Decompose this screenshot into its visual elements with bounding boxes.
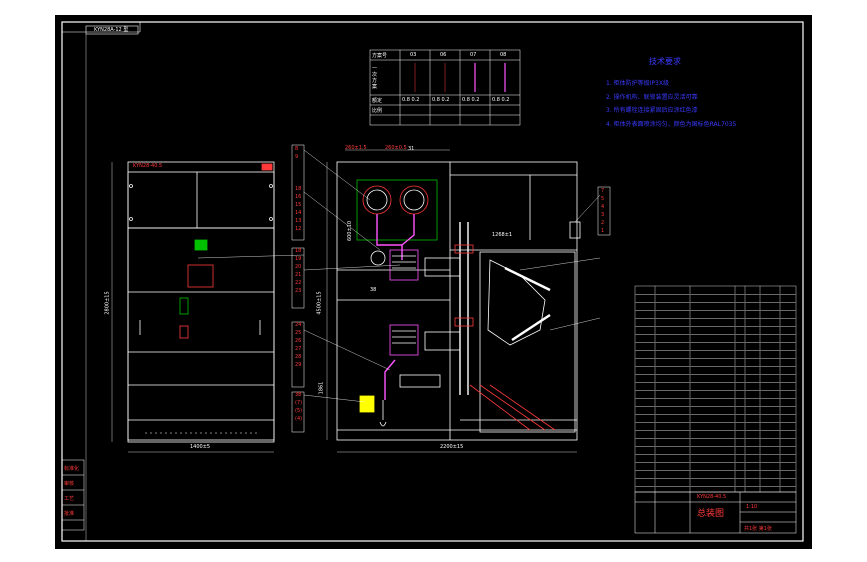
callout-left-16: 26 xyxy=(295,338,302,344)
callout-left-4: 15 xyxy=(295,202,302,208)
tech-requirements: 技术要求 1. 柜体防护等级IP3X级 2. 操作机构、联锁装置应灵活可靠 3.… xyxy=(606,57,737,131)
callout-left-13: 23 xyxy=(295,288,302,294)
callout-left-12: 22 xyxy=(295,280,302,286)
title-product: KYN28-40.5 xyxy=(697,494,727,500)
small-dim-3: 1861 xyxy=(318,381,325,395)
stamp-4: 批准 xyxy=(64,511,75,517)
stamp-2: 审核 xyxy=(64,481,75,487)
callout-left-3: 16 xyxy=(295,194,302,200)
callout-left-21: (7) xyxy=(295,400,303,406)
callout-right-4: 2 xyxy=(601,220,605,226)
scheme-cell-1: 0.8 0.2 xyxy=(402,97,420,103)
bill-of-materials xyxy=(635,286,796,492)
callout-left-2: 18 xyxy=(295,186,302,192)
callout-left-14: 24 xyxy=(295,322,302,328)
busbar-dim-2: 260±0.5 xyxy=(385,145,407,151)
busbar-dim-1: 260±1.5 xyxy=(345,145,367,151)
stamp-1: 标准化 xyxy=(64,466,80,472)
callout-left-11: 21 xyxy=(295,272,302,278)
tech-title: 技术要求 xyxy=(649,57,681,66)
callout-right-1: 5 xyxy=(601,196,605,202)
stamp-3: 工艺 xyxy=(64,496,75,502)
callout-left-7: 12 xyxy=(295,226,302,232)
callout-left-22: (5) xyxy=(295,408,303,414)
callout-left-23: (4) xyxy=(295,416,303,422)
scheme-row-1: 额定 xyxy=(372,98,383,104)
callout-left-18: 28 xyxy=(295,354,302,360)
scheme-header-0: 方案号 xyxy=(372,53,388,59)
scheme-header-2: 06 xyxy=(440,52,447,58)
scheme-cell-3: 0.8 0.2 xyxy=(462,97,480,103)
callout-left-17: 27 xyxy=(295,346,302,352)
front-view-title: KYN28-40.5 xyxy=(133,163,163,169)
callout-right-0: 7 xyxy=(601,188,605,194)
bom-row xyxy=(635,478,796,487)
scheme-header-4: 08 xyxy=(500,52,507,58)
callout-left-8: 18 xyxy=(295,248,302,254)
busbar-compartment xyxy=(356,179,438,266)
tech-item-2: 2. 操作机构、联锁装置应灵活可靠 xyxy=(606,93,698,101)
callout-right-5: 1 xyxy=(601,228,605,234)
drawing-code: KYN28A-12 型 xyxy=(94,27,129,33)
small-dim-1: 1268±1 xyxy=(492,232,513,238)
callout-left-0: 8 xyxy=(295,146,299,152)
breaker-assembly xyxy=(359,221,581,431)
front-height-dim: 2800±15 xyxy=(104,291,111,315)
small-dim-2: 600±10 xyxy=(347,220,354,242)
callout-left-5: 14 xyxy=(295,210,302,216)
callout-left-9: 19 xyxy=(295,256,302,262)
callout-left-1: 9 xyxy=(295,154,299,160)
callout-left-6: 13 xyxy=(295,218,302,224)
scheme-table-grid xyxy=(369,49,521,126)
tech-item-4: 4. 柜体外表面喷涂均匀，颜色为国标色RAL7035 xyxy=(606,120,737,128)
callout-right-2: 4 xyxy=(601,204,605,210)
callout-left-15: 25 xyxy=(295,330,302,336)
front-view xyxy=(111,161,275,453)
scheme-row-2: 比例 xyxy=(372,108,383,114)
tech-item-1: 1. 柜体防护等级IP3X级 xyxy=(606,80,669,87)
callout-left-19: 29 xyxy=(295,362,302,368)
title-scale: 1:10 xyxy=(746,504,758,510)
tech-item-3: 3. 所有螺栓连接紧固后应涂红色漆 xyxy=(606,107,698,114)
title-drawing-name: 总装图 xyxy=(697,509,725,519)
callout-right-3: 3 xyxy=(601,212,605,218)
front-width-dim: 1400±5 xyxy=(190,444,211,450)
scheme-header-3: 07 xyxy=(470,52,477,58)
callout-top-2: 38 xyxy=(370,287,377,293)
callout-left-20: 38 xyxy=(295,392,302,398)
scheme-cell-4: 0.8 0.2 xyxy=(492,97,510,103)
callout-top-1: 31 xyxy=(408,146,415,152)
callout-columns xyxy=(291,144,611,433)
side-height-dim: 4500±15 xyxy=(316,291,323,315)
callout-leaders xyxy=(197,149,601,403)
scheme-header-1: 03 xyxy=(410,52,417,58)
scheme-row-0: 一次方案 xyxy=(372,66,378,90)
title-sheet: 共1张 第1张 xyxy=(744,526,772,532)
callout-left-10: 20 xyxy=(295,264,302,270)
depth-dim: 2200±15 xyxy=(440,444,464,450)
scheme-cell-2: 0.8 0.2 xyxy=(432,97,450,103)
